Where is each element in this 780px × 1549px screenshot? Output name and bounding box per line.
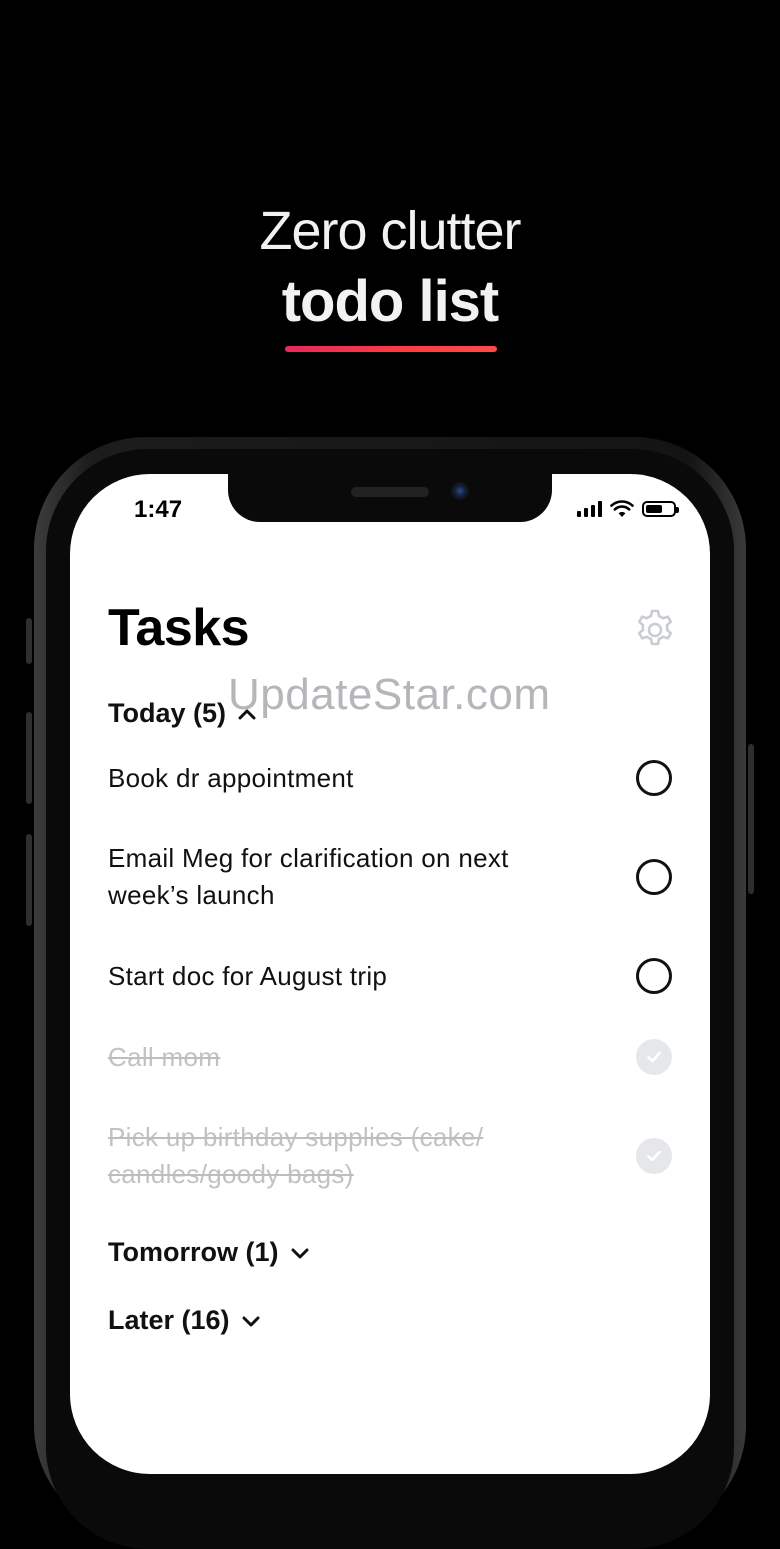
checkmark-icon xyxy=(647,1150,661,1162)
task-checkbox-checked[interactable] xyxy=(636,1039,672,1075)
headline-line-1: Zero clutter xyxy=(259,201,521,261)
section-later-label: Later (16) xyxy=(108,1305,230,1335)
checkmark-icon xyxy=(647,1051,661,1063)
task-checkbox[interactable] xyxy=(636,760,672,796)
section-tomorrow-label: Tomorrow (1) xyxy=(108,1237,279,1267)
chevron-down-icon xyxy=(291,1248,308,1258)
speaker-grille xyxy=(351,487,429,497)
section-today-label: Today (5) xyxy=(108,698,227,728)
signal-icon xyxy=(577,501,602,517)
phone-screen: 1:47 Tasks Today (5) Book dr appointment… xyxy=(70,474,710,1474)
task-checkbox-checked[interactable] xyxy=(636,1138,672,1174)
volume-down-button xyxy=(26,834,32,926)
power-button xyxy=(748,744,754,894)
wifi-icon xyxy=(610,500,634,517)
mute-switch xyxy=(26,618,32,664)
headline-underline xyxy=(285,346,497,352)
task-text: Start doc for August trip xyxy=(108,961,388,991)
notch xyxy=(228,474,552,522)
task-text: Call mom xyxy=(108,1042,221,1072)
chevron-down-icon xyxy=(242,1316,260,1326)
task-text: Book dr appointment xyxy=(108,763,354,793)
battery-icon xyxy=(642,501,679,517)
gear-icon[interactable] xyxy=(633,608,677,652)
headline-line-2: todo list xyxy=(281,269,500,334)
task-checkbox[interactable] xyxy=(636,958,672,994)
section-tomorrow-header[interactable]: Tomorrow (1) xyxy=(108,1237,311,1268)
task-checkbox[interactable] xyxy=(636,859,672,895)
volume-up-button xyxy=(26,712,32,804)
task-text: Email Meg for clarification on next week… xyxy=(108,843,509,910)
page-title: Tasks xyxy=(108,599,250,657)
status-icons xyxy=(577,500,679,518)
watermark: UpdateStar.com xyxy=(228,670,551,719)
status-time: 1:47 xyxy=(134,496,183,523)
section-later-header[interactable]: Later (16) xyxy=(108,1305,262,1336)
task-text: Pick up birthday supplies (cake/ candles… xyxy=(108,1122,484,1189)
front-camera xyxy=(451,482,469,500)
